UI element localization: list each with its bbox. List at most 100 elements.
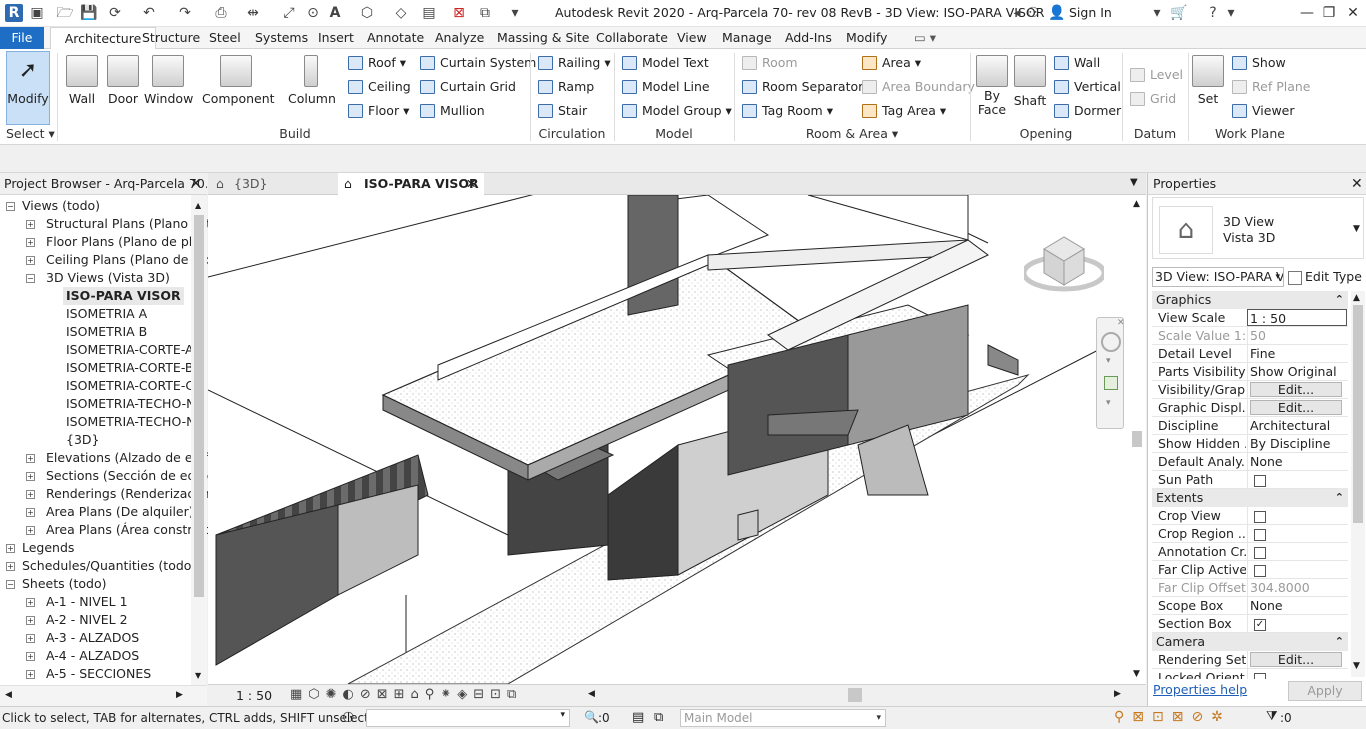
tab-file[interactable]: File xyxy=(0,27,44,49)
property-value[interactable]: Edit... xyxy=(1247,381,1347,398)
browser-item[interactable]: 3D Views (Vista 3D) xyxy=(46,269,170,287)
hscroll-right-icon[interactable]: ▶ xyxy=(1114,689,1121,699)
browser-item[interactable]: {3D} xyxy=(66,431,99,449)
quick-access-icon[interactable]: ▣ xyxy=(28,4,46,22)
browser-item[interactable]: ISOMETRIA-CORTE-B xyxy=(66,359,193,377)
property-value[interactable] xyxy=(1247,507,1347,524)
browser-item[interactable]: Schedules/Quantities (todo xyxy=(22,557,191,575)
component-button[interactable]: Component xyxy=(202,51,275,127)
browser-item[interactable]: Sheets (todo) xyxy=(22,575,107,593)
cart-icon[interactable]: 🛒 xyxy=(1170,4,1188,22)
filter-icon[interactable]: ⧩ xyxy=(1266,709,1278,724)
apply-button[interactable]: Apply xyxy=(1288,681,1362,701)
close-tab-icon[interactable]: ✕ xyxy=(466,173,476,195)
tab-steel[interactable]: Steel xyxy=(209,27,241,49)
tab-analyze[interactable]: Analyze xyxy=(435,27,484,49)
tab-insert[interactable]: Insert xyxy=(318,27,354,49)
property-edit-button[interactable]: Edit... xyxy=(1250,382,1342,397)
expand-icon[interactable]: + xyxy=(26,256,35,265)
redo-icon[interactable]: ↷ xyxy=(176,4,194,22)
property-checkbox[interactable] xyxy=(1254,528,1266,541)
expand-icon[interactable]: + xyxy=(26,472,35,481)
viewer-button[interactable]: Viewer xyxy=(1230,100,1295,122)
browser-item[interactable]: ISOMETRIA-CORTE-A xyxy=(66,341,194,359)
selection-options-icons[interactable]: ⚲⊠⊡⊠⊘✲ xyxy=(1114,709,1231,725)
property-value[interactable]: 1 : 50 xyxy=(1247,309,1347,326)
curtain-system-button[interactable]: Curtain System xyxy=(418,52,536,74)
browser-item[interactable]: Floor Plans (Plano de plant xyxy=(46,233,213,251)
browser-item[interactable]: A-5 - SECCIONES xyxy=(46,665,151,683)
collapse-group-icon[interactable]: ⌃ xyxy=(1335,633,1344,651)
model-group-button[interactable]: Model Group ▾ xyxy=(620,100,732,122)
browser-item[interactable]: A-1 - NIVEL 1 xyxy=(46,593,128,611)
browser-item[interactable]: ISOMETRIA-TECHO-N xyxy=(66,395,196,413)
view-tab-3d[interactable]: ⌂ {3D} xyxy=(208,173,336,195)
editable-only-icon[interactable]: 🔍 xyxy=(584,710,599,724)
save-icon[interactable]: 💾 xyxy=(80,4,98,22)
property-value[interactable] xyxy=(1247,543,1347,560)
property-value[interactable]: By Discipline xyxy=(1247,435,1347,452)
browser-item[interactable]: A-2 - NIVEL 2 xyxy=(46,611,128,629)
tab-modify[interactable]: Modify xyxy=(846,27,887,49)
zoom-icon[interactable] xyxy=(1104,376,1118,390)
close-icon[interactable]: ✕ xyxy=(1342,3,1364,23)
expand-icon[interactable]: + xyxy=(26,454,35,463)
panel-toggle-icon[interactable]: ▭ ▾ xyxy=(914,27,936,49)
expand-icon[interactable]: + xyxy=(26,526,35,535)
text-icon[interactable]: A xyxy=(326,4,344,22)
tag-icon[interactable]: ⊙ xyxy=(304,4,322,22)
browser-item[interactable]: A-3 - ALZADOS xyxy=(46,629,139,647)
property-edit-button[interactable]: Edit... xyxy=(1250,400,1342,415)
tab-annotate[interactable]: Annotate xyxy=(367,27,424,49)
undo-icon[interactable]: ↶ xyxy=(140,4,158,22)
revit-logo-icon[interactable]: R xyxy=(5,4,23,22)
browser-item[interactable]: ISOMETRIA B xyxy=(66,323,147,341)
browser-item[interactable]: A-4 - ALZADOS xyxy=(46,647,139,665)
design-options-icon[interactable]: ▤ xyxy=(632,710,644,725)
property-checkbox[interactable]: ✓ xyxy=(1254,618,1266,631)
by-face-button[interactable]: By Face xyxy=(974,51,1010,127)
wall-opening-button[interactable]: Wall xyxy=(1052,52,1100,74)
close-nav-icon[interactable]: ✕ xyxy=(1117,318,1125,328)
sign-in-link[interactable]: Sign In xyxy=(1069,5,1112,20)
binoculars-icon[interactable]: ⚇ xyxy=(1024,4,1042,22)
layers-icon[interactable]: ⧉ xyxy=(654,710,663,725)
view-tab-iso-para-visor[interactable]: ⌂ ISO-PARA VISOR ✕ xyxy=(338,173,484,195)
properties-vscrollbar[interactable]: ▲ ▼ xyxy=(1351,291,1365,677)
room-separator-button[interactable]: Room Separator xyxy=(740,76,863,98)
expand-icon[interactable]: + xyxy=(26,490,35,499)
collapse-icon[interactable]: − xyxy=(6,580,15,589)
open-icon[interactable]: 🗁 xyxy=(56,4,74,22)
property-checkbox[interactable] xyxy=(1254,564,1266,577)
property-value[interactable]: Edit... xyxy=(1247,651,1347,668)
tab-systems[interactable]: Systems xyxy=(255,27,308,49)
expand-icon[interactable]: + xyxy=(26,616,35,625)
wall-button[interactable]: Wall xyxy=(62,51,102,127)
modify-button[interactable]: ➚ Modify xyxy=(6,51,50,125)
curtain-grid-button[interactable]: Curtain Grid xyxy=(418,76,516,98)
shaft-button[interactable]: Shaft xyxy=(1012,51,1048,127)
property-value[interactable]: None xyxy=(1247,597,1347,614)
property-checkbox[interactable] xyxy=(1254,474,1266,487)
tab-collaborate[interactable]: Collaborate xyxy=(596,27,668,49)
view-tabs-menu-icon[interactable]: ▼ xyxy=(1130,177,1138,188)
room-area-panel-label[interactable]: Room & Area ▾ xyxy=(736,126,968,141)
3d-view-icon[interactable]: ⬡ xyxy=(358,4,376,22)
print-icon[interactable]: ⎙ xyxy=(212,4,230,22)
property-value[interactable] xyxy=(1247,525,1347,542)
instance-filter-select[interactable]: 3D View: ISO-PARA V ▾ xyxy=(1152,267,1284,287)
column-button[interactable]: Column xyxy=(288,51,336,127)
browser-item[interactable]: ISOMETRIA A xyxy=(66,305,147,323)
expand-icon[interactable]: + xyxy=(26,652,35,661)
thin-lines-icon[interactable]: ▤ xyxy=(420,4,438,22)
tag-area-button[interactable]: Tag Area ▾ xyxy=(860,100,946,122)
select-panel-label[interactable]: Select ▾ xyxy=(6,126,55,141)
expand-icon[interactable]: + xyxy=(26,598,35,607)
tab-add-ins[interactable]: Add-Ins xyxy=(785,27,832,49)
tab-view[interactable]: View xyxy=(677,27,707,49)
ceiling-button[interactable]: Ceiling xyxy=(346,76,411,98)
browser-item[interactable]: ISOMETRIA-TECHO-N: xyxy=(66,413,200,431)
tab-structure[interactable]: Structure xyxy=(142,27,200,49)
tab-massing-site[interactable]: Massing & Site xyxy=(497,27,590,49)
vertical-opening-button[interactable]: Vertical xyxy=(1052,76,1121,98)
